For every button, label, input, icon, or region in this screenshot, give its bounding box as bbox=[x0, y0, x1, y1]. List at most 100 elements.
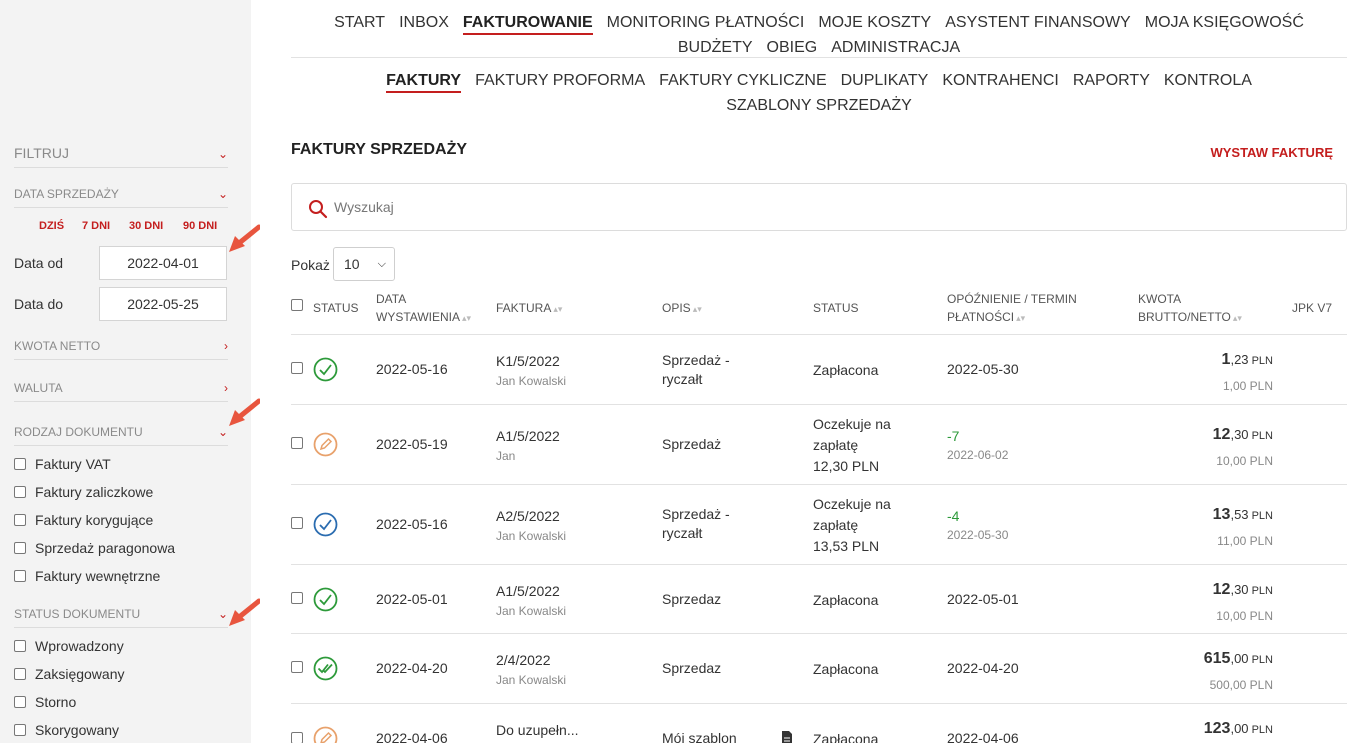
doc-status-option[interactable]: Zaksięgowany bbox=[14, 664, 125, 684]
select-all-checkbox[interactable] bbox=[291, 299, 303, 311]
tab-kontrahenci[interactable]: KONTRAHENCI bbox=[942, 68, 1058, 93]
col-desc[interactable]: OPIS ▴▾ bbox=[662, 299, 702, 318]
quick-7-days[interactable]: 7 DNI bbox=[82, 220, 110, 232]
doc-type-option[interactable]: Sprzedaż paragonowa bbox=[14, 538, 175, 558]
page-size-select[interactable]: 10 ⌵ bbox=[333, 247, 395, 281]
col-amount[interactable]: KWOTA BRUTTO/NETTO ▴▾ bbox=[1138, 290, 1242, 327]
row-invoice[interactable]: K1/5/2022 Jan Kowalski bbox=[496, 352, 566, 391]
row-checkbox[interactable] bbox=[291, 661, 303, 673]
tab-kontrola[interactable]: KONTROLA bbox=[1164, 68, 1252, 93]
currency-label: WALUTA bbox=[14, 381, 63, 395]
document-icon[interactable] bbox=[781, 731, 793, 743]
doc-status-option[interactable]: Wprowadzony bbox=[14, 636, 124, 656]
quick-today[interactable]: DZIŚ bbox=[39, 220, 64, 232]
checkbox[interactable] bbox=[14, 542, 26, 554]
currency-section[interactable]: WALUTA › bbox=[14, 374, 228, 402]
checkbox[interactable] bbox=[14, 724, 26, 736]
col-date[interactable]: DATA WYSTAWIENIA ▴▾ bbox=[376, 290, 471, 327]
tab-raporty[interactable]: RAPORTY bbox=[1073, 68, 1150, 93]
row-checkbox[interactable] bbox=[291, 592, 303, 604]
col-invoice[interactable]: FAKTURA ▴▾ bbox=[496, 299, 562, 318]
sort-icon[interactable]: ▴▾ bbox=[1016, 313, 1025, 323]
chevron-right-icon[interactable]: › bbox=[224, 381, 228, 395]
row-invoice[interactable]: A1/5/2022 Jan bbox=[496, 427, 560, 466]
sort-icon[interactable]: ▴▾ bbox=[693, 304, 702, 314]
option-label: Faktury zaliczkowe bbox=[35, 484, 154, 500]
row-invoice[interactable]: A1/5/2022 Jan Kowalski bbox=[496, 582, 566, 621]
search-input[interactable]: Wyszukaj bbox=[334, 199, 394, 215]
tab-cykliczne[interactable]: FAKTURY CYKLICZNE bbox=[659, 68, 826, 93]
nav-asystent[interactable]: ASYSTENT FINANSOWY bbox=[945, 10, 1131, 35]
sort-icon[interactable]: ▴▾ bbox=[1233, 313, 1242, 323]
checkbox[interactable] bbox=[14, 486, 26, 498]
doc-type-section[interactable]: RODZAJ DOKUMENTU ⌄ bbox=[14, 416, 228, 446]
invoice-number[interactable]: A1/5/2022 bbox=[496, 428, 560, 444]
sort-icon[interactable]: ▴▾ bbox=[462, 313, 471, 323]
invoice-number[interactable]: 2/4/2022 bbox=[496, 652, 551, 668]
invoice-number[interactable]: K1/5/2022 bbox=[496, 353, 560, 369]
doc-type-option[interactable]: Faktury VAT bbox=[14, 454, 111, 474]
row-term: 2022-05-30 bbox=[947, 361, 1019, 377]
doc-type-option[interactable]: Faktury zaliczkowe bbox=[14, 482, 153, 502]
gross-dec: ,30 bbox=[1230, 427, 1249, 442]
invoice-number[interactable]: A2/5/2022 bbox=[496, 508, 560, 524]
row-checkbox[interactable] bbox=[291, 362, 303, 374]
row-invoice[interactable]: 2/4/2022 Jan Kowalski bbox=[496, 651, 566, 690]
row-checkbox[interactable] bbox=[291, 732, 303, 743]
checkbox[interactable] bbox=[14, 668, 26, 680]
tab-szablony[interactable]: SZABLONY SPRZEDAŻY bbox=[726, 93, 912, 118]
date-to-input[interactable]: 2022-05-25 bbox=[99, 287, 227, 321]
net-amount: 11,00 PLN bbox=[1217, 534, 1273, 548]
issue-invoice-button[interactable]: WYSTAW FAKTURĘ bbox=[1210, 145, 1333, 160]
row-term: 2022-06-02 bbox=[947, 448, 1009, 462]
row-invoice[interactable]: Do uzupełn... bbox=[496, 721, 579, 740]
invoice-number[interactable]: A1/5/2022 bbox=[496, 583, 560, 599]
checkbox[interactable] bbox=[14, 696, 26, 708]
checkbox[interactable] bbox=[14, 570, 26, 582]
show-label: Pokaż bbox=[291, 257, 330, 273]
col-amount-line1: KWOTA bbox=[1138, 292, 1182, 306]
row-checkbox[interactable] bbox=[291, 517, 303, 529]
doc-type-option[interactable]: Faktury wewnętrzne bbox=[14, 566, 160, 586]
row-desc: Sprzedaz bbox=[662, 591, 722, 607]
date-section-header[interactable]: DATA SPRZEDAŻY ⌄ bbox=[14, 178, 228, 208]
net-amount-section[interactable]: KWOTA NETTO › bbox=[14, 332, 228, 360]
nav-inbox[interactable]: INBOX bbox=[399, 10, 449, 35]
date-from-label: Data od bbox=[14, 255, 64, 271]
row-invoice[interactable]: A2/5/2022 Jan Kowalski bbox=[496, 507, 566, 546]
search-box[interactable]: Wyszukaj bbox=[291, 183, 1347, 231]
quick-30-days[interactable]: 30 DNI bbox=[129, 220, 163, 232]
doc-status-option[interactable]: Storno bbox=[14, 692, 76, 712]
chevron-down-icon[interactable]: ⌄ bbox=[218, 187, 228, 201]
desc-line1: Sprzedaż - bbox=[662, 506, 730, 522]
doc-type-option[interactable]: Faktury korygujące bbox=[14, 510, 153, 530]
nav-ksiegowosc[interactable]: MOJA KSIĘGOWOŚĆ bbox=[1145, 10, 1304, 35]
chevron-down-icon[interactable]: ⌄ bbox=[218, 147, 228, 161]
sort-icon[interactable]: ▴▾ bbox=[553, 304, 562, 314]
filter-header[interactable]: FILTRUJ ⌄ bbox=[14, 132, 228, 168]
nav-start[interactable]: START bbox=[334, 10, 385, 35]
nav-moje-koszty[interactable]: MOJE KOSZTY bbox=[818, 10, 931, 35]
tab-faktury[interactable]: FAKTURY bbox=[386, 71, 462, 93]
row-date: 2022-05-01 bbox=[376, 591, 448, 607]
nav-fakturowanie[interactable]: FAKTUROWANIE bbox=[462, 13, 593, 35]
row-date: 2022-04-06 bbox=[376, 730, 448, 743]
checkbox[interactable] bbox=[14, 640, 26, 652]
chevron-right-icon[interactable]: › bbox=[224, 339, 228, 353]
doc-status-option[interactable]: Skorygowany bbox=[14, 720, 119, 740]
row-desc: Mój szablon bbox=[662, 730, 737, 743]
date-from-input[interactable]: 2022-04-01 bbox=[99, 246, 227, 280]
row-date: 2022-05-16 bbox=[376, 361, 448, 377]
checkbox[interactable] bbox=[14, 514, 26, 526]
tab-duplikaty[interactable]: DUPLIKATY bbox=[841, 68, 929, 93]
quick-90-days[interactable]: 90 DNI bbox=[183, 220, 217, 232]
col-delay[interactable]: OPÓŹNIENIE / TERMIN PŁATNOŚCI ▴▾ bbox=[947, 290, 1077, 327]
doc-status-section[interactable]: STATUS DOKUMENTU ⌄ bbox=[14, 598, 228, 628]
row-checkbox[interactable] bbox=[291, 437, 303, 449]
gross-dec: ,00 bbox=[1230, 651, 1249, 666]
nav-monitoring[interactable]: MONITORING PŁATNOŚCI bbox=[607, 10, 805, 35]
status-line3: 13,53 PLN bbox=[813, 538, 880, 554]
row-divider bbox=[291, 703, 1347, 704]
tab-proforma[interactable]: FAKTURY PROFORMA bbox=[475, 68, 645, 93]
checkbox[interactable] bbox=[14, 458, 26, 470]
